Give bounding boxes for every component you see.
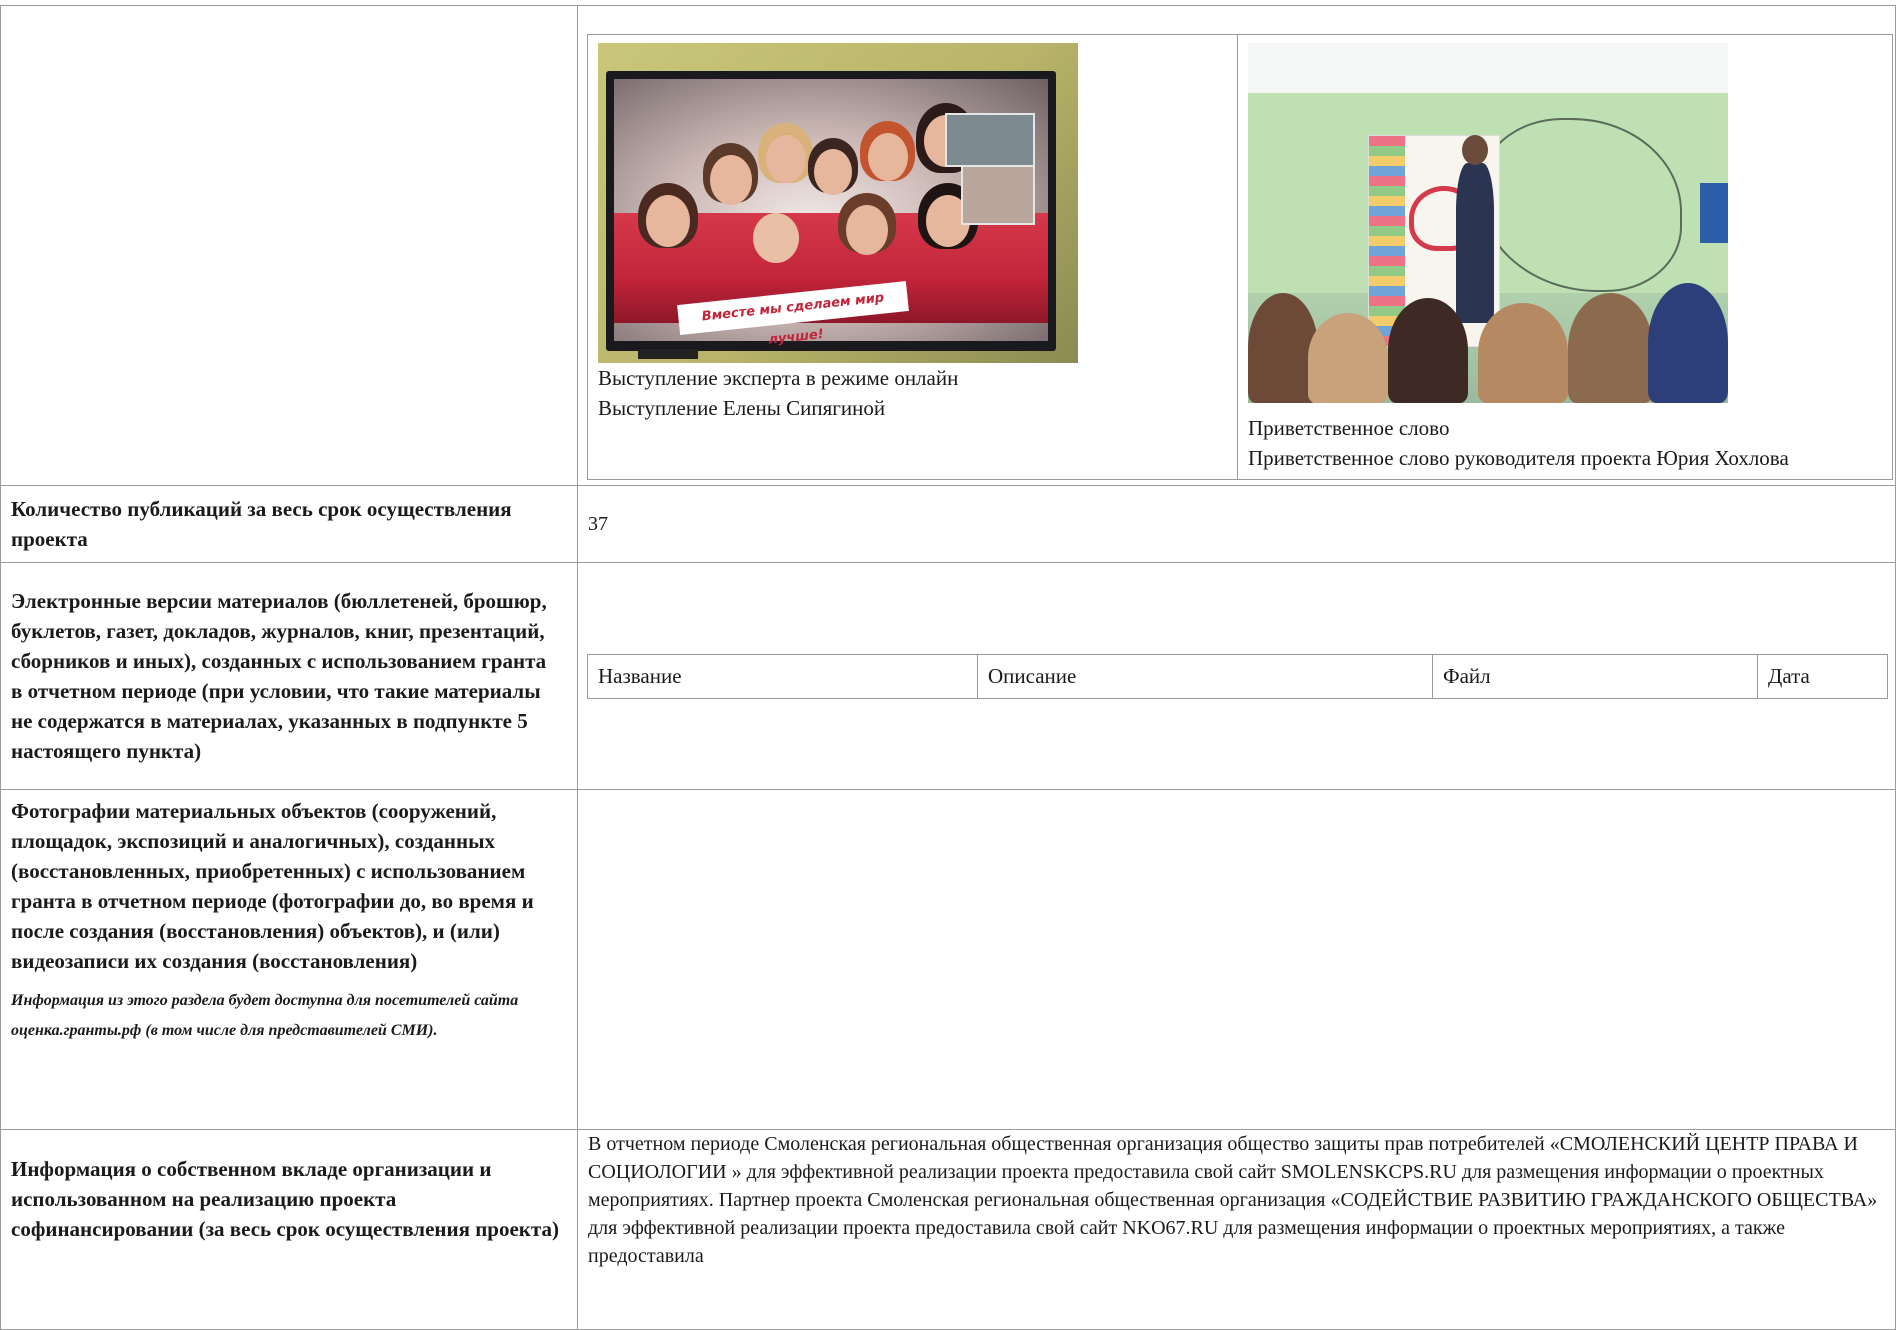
photo-tv-screen[interactable]: Вместе мы сделаем мир лучше! (598, 43, 1078, 363)
pip-window-bottom (961, 165, 1035, 225)
empty-label-cell (0, 5, 578, 486)
photo-2-caption-text: Приветственное слово руководителя проект… (1248, 446, 1789, 470)
contribution-label: Информация о собственном вкладе организа… (11, 1157, 559, 1241)
col-header-name[interactable]: Название (587, 653, 978, 699)
materials-header-row: Название Описание Файл Дата (587, 653, 1888, 699)
photos-cell: Вместе мы сделаем мир лучше! Выступление… (577, 5, 1896, 486)
report-table: Вместе мы сделаем мир лучше! Выступление… (0, 5, 1896, 1330)
photo-2-caption-title: Приветственное слово (1248, 416, 1450, 440)
photo-1-caption-text: Выступление Елены Сипягиной (598, 396, 886, 420)
photo-card-2: Приветственное слово Приветственное слов… (1237, 34, 1893, 480)
materials-table: Название Описание Файл Дата (587, 653, 1888, 699)
objects-note: Информация из этого раздела будет доступ… (11, 992, 519, 1039)
col-header-date[interactable]: Дата (1757, 653, 1888, 699)
photos-row: Вместе мы сделаем мир лучше! Выступление… (0, 5, 1896, 486)
electronic-value-cell: Название Описание Файл Дата (577, 562, 1896, 790)
publications-row: Количество публикаций за весь срок осуще… (0, 485, 1896, 563)
speaker-figure (1456, 163, 1494, 323)
col-header-description[interactable]: Описание (977, 653, 1433, 699)
pip-window-top (945, 113, 1035, 167)
objects-label-cell: Фотографии материальных объектов (сооруж… (0, 789, 578, 1130)
col-header-file[interactable]: Файл (1432, 653, 1758, 699)
photo-presentation-room[interactable] (1248, 43, 1728, 403)
publications-value: 37 (577, 485, 1896, 563)
objects-label: Фотографии материальных объектов (сооруж… (11, 799, 534, 973)
electronic-label: Электронные версии материалов (бюллетене… (0, 562, 578, 790)
photo-card-1: Вместе мы сделаем мир лучше! Выступление… (587, 34, 1238, 480)
photo-1-caption-title: Выступление эксперта в режиме онлайн (598, 366, 959, 390)
objects-value-cell (577, 789, 1896, 1130)
publications-label: Количество публикаций за весь срок осуще… (0, 485, 578, 563)
photo-gallery: Вместе мы сделаем мир лучше! Выступление… (587, 34, 1893, 480)
objects-row: Фотографии материальных объектов (сооруж… (0, 789, 1896, 1130)
electronic-row: Электронные версии материалов (бюллетене… (0, 562, 1896, 790)
